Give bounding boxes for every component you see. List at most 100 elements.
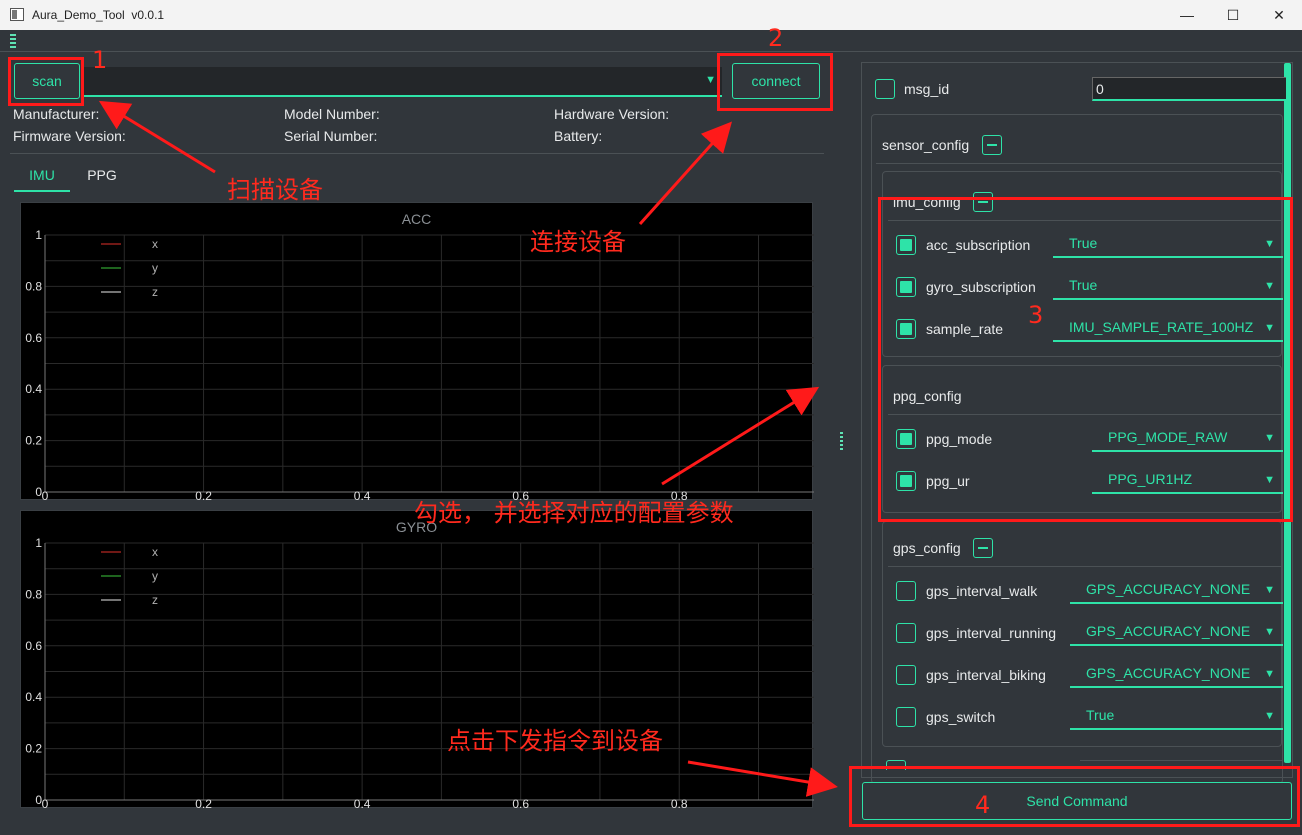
sample-rate-select[interactable]: IMU_SAMPLE_RATE_100HZ ▼	[1053, 316, 1283, 342]
gps-switch-value: True	[1086, 707, 1115, 723]
model-number-label: Model Number:	[284, 106, 380, 122]
acc-y-tick-label: 0.4	[25, 382, 42, 396]
imu-config-label: imu_config	[893, 194, 961, 210]
annotation-send-text: 点击下发指令到设备	[447, 727, 663, 755]
gps-interval-biking-select[interactable]: GPS_ACCURACY_NONE ▼	[1070, 662, 1283, 688]
ppg-mode-label: ppg_mode	[926, 431, 993, 447]
gps-switch-select[interactable]: True ▼	[1070, 704, 1283, 730]
gps-config-collapse-toggle[interactable]	[973, 538, 993, 558]
chevron-down-icon: ▼	[1264, 668, 1275, 680]
acc-subscription-value: True	[1069, 235, 1098, 251]
gps-interval-biking-label: gps_interval_biking	[926, 667, 1046, 683]
acc-subscription-checkbox[interactable]	[896, 235, 916, 255]
connect-button[interactable]: connect	[732, 63, 820, 99]
imu-config-collapse-toggle[interactable]	[973, 192, 993, 212]
chevron-down-icon: ▼	[1264, 322, 1275, 334]
chevron-down-icon: ▼	[705, 74, 716, 86]
gyro-y-tick-label: 0.6	[25, 639, 42, 653]
chevron-down-icon: ▼	[1264, 280, 1275, 292]
gyro-y-tick-label: 0.8	[25, 587, 42, 601]
close-button[interactable]: ✕	[1264, 4, 1294, 26]
chevron-down-icon: ▼	[1264, 474, 1275, 486]
maximize-button[interactable]: ☐	[1218, 4, 1248, 26]
gps-interval-walk-checkbox[interactable]	[896, 581, 916, 601]
device-select[interactable]: ▼	[84, 67, 722, 97]
acc-y-tick-label: 1	[35, 228, 42, 242]
sensor-config-divider	[876, 163, 1282, 164]
gyro-subscription-label: gyro_subscription	[926, 279, 1036, 295]
ppg-ur-checkbox[interactable]	[896, 471, 916, 491]
gyro-subscription-checkbox[interactable]	[896, 277, 916, 297]
gps-interval-running-label: gps_interval_running	[926, 625, 1056, 641]
gps-interval-running-value: GPS_ACCURACY_NONE	[1086, 623, 1251, 639]
ppg-ur-label: ppg_ur	[926, 473, 970, 489]
gyro-legend-label-x: x	[152, 545, 158, 559]
chevron-down-icon: ▼	[1264, 584, 1275, 596]
tab-ppg[interactable]: PPG	[78, 164, 126, 192]
gps-switch-checkbox[interactable]	[896, 707, 916, 727]
gyro-y-tick-label: 0.4	[25, 690, 42, 704]
minimize-button[interactable]: —	[1172, 4, 1202, 26]
app-icon	[10, 8, 24, 21]
annotation-scan-text: 扫描设备	[227, 176, 323, 204]
imu-config-divider	[888, 220, 1282, 221]
sensor-config-collapse-toggle[interactable]	[982, 135, 1002, 155]
gyro-legend-label-z: z	[152, 593, 158, 607]
send-command-button[interactable]: Send Command	[862, 782, 1292, 820]
annotation-number-2: 2	[768, 24, 784, 52]
acc-y-tick-label: 0.8	[25, 279, 42, 293]
gyro-y-tick-label: 0.2	[25, 742, 42, 756]
firmware-version-label: Firmware Version:	[13, 128, 126, 144]
splitter-handle[interactable]	[840, 432, 843, 450]
acc-legend-label-x: x	[152, 237, 158, 251]
gyro-legend-label-y: y	[152, 569, 158, 583]
gps-switch-label: gps_switch	[926, 709, 996, 725]
gps-interval-biking-checkbox[interactable]	[896, 665, 916, 685]
ppg-mode-checkbox[interactable]	[896, 429, 916, 449]
msg-id-input[interactable]: 0	[1092, 77, 1286, 101]
sample-rate-checkbox[interactable]	[896, 319, 916, 339]
ppg-config-divider	[888, 414, 1282, 415]
gyro-x-tick-label: 0.6	[512, 797, 529, 809]
gps-config-divider	[888, 566, 1282, 567]
gyro-x-tick-label: 0.4	[354, 797, 371, 809]
acc-x-tick-label: 0.4	[354, 489, 371, 501]
annotation-connect-text: 连接设备	[530, 228, 626, 256]
annotation-select-text: 勾选， 并选择对应的配置参数	[414, 499, 734, 527]
gyro-subscription-value: True	[1069, 277, 1098, 293]
acc-plot-canvas: 0 0.2 0.4 0.6 0.800.20.40.60.81xyz	[25, 228, 814, 501]
acc-subscription-select[interactable]: True ▼	[1053, 232, 1283, 258]
partial-row-select[interactable]	[1080, 760, 1283, 770]
config-scrollbar[interactable]	[1284, 63, 1291, 763]
gps-config-label: gps_config	[893, 540, 961, 556]
gyro-x-tick-label: 0.8	[671, 797, 688, 809]
top-divider	[0, 51, 1302, 52]
gps-interval-walk-value: GPS_ACCURACY_NONE	[1086, 581, 1251, 597]
manufacturer-label: Manufacturer:	[13, 106, 100, 122]
ppg-mode-value: PPG_MODE_RAW	[1108, 429, 1228, 445]
gyro-subscription-select[interactable]: True ▼	[1053, 274, 1283, 300]
info-divider	[10, 153, 824, 154]
sample-rate-label: sample_rate	[926, 321, 1004, 337]
ppg-mode-select[interactable]: PPG_MODE_RAW ▼	[1092, 426, 1283, 452]
toolbar-grip[interactable]	[10, 34, 16, 50]
gps-interval-walk-label: gps_interval_walk	[926, 583, 1038, 599]
gps-interval-running-select[interactable]: GPS_ACCURACY_NONE ▼	[1070, 620, 1283, 646]
msg-id-checkbox[interactable]	[875, 79, 895, 99]
title-bar: Aura_Demo_Tool v0.0.1 — ☐ ✕	[0, 0, 1302, 30]
partial-row-checkbox[interactable]	[886, 760, 906, 770]
gps-interval-running-checkbox[interactable]	[896, 623, 916, 643]
sample-rate-value: IMU_SAMPLE_RATE_100HZ	[1069, 319, 1254, 335]
ppg-ur-select[interactable]: PPG_UR1HZ ▼	[1092, 468, 1283, 494]
acc-x-tick-label: 0	[42, 489, 49, 501]
chevron-down-icon: ▼	[1264, 432, 1275, 444]
chevron-down-icon: ▼	[1264, 710, 1275, 722]
scan-button[interactable]: scan	[14, 63, 80, 99]
acc-x-tick-label: 0.2	[195, 489, 212, 501]
gps-interval-walk-select[interactable]: GPS_ACCURACY_NONE ▼	[1070, 578, 1283, 604]
sensor-config-label: sensor_config	[882, 137, 970, 153]
acc-y-tick-label: 0.6	[25, 331, 42, 345]
chevron-down-icon: ▼	[1264, 626, 1275, 638]
acc-y-tick-label: 0.2	[25, 434, 42, 448]
tab-imu[interactable]: IMU	[14, 164, 70, 192]
